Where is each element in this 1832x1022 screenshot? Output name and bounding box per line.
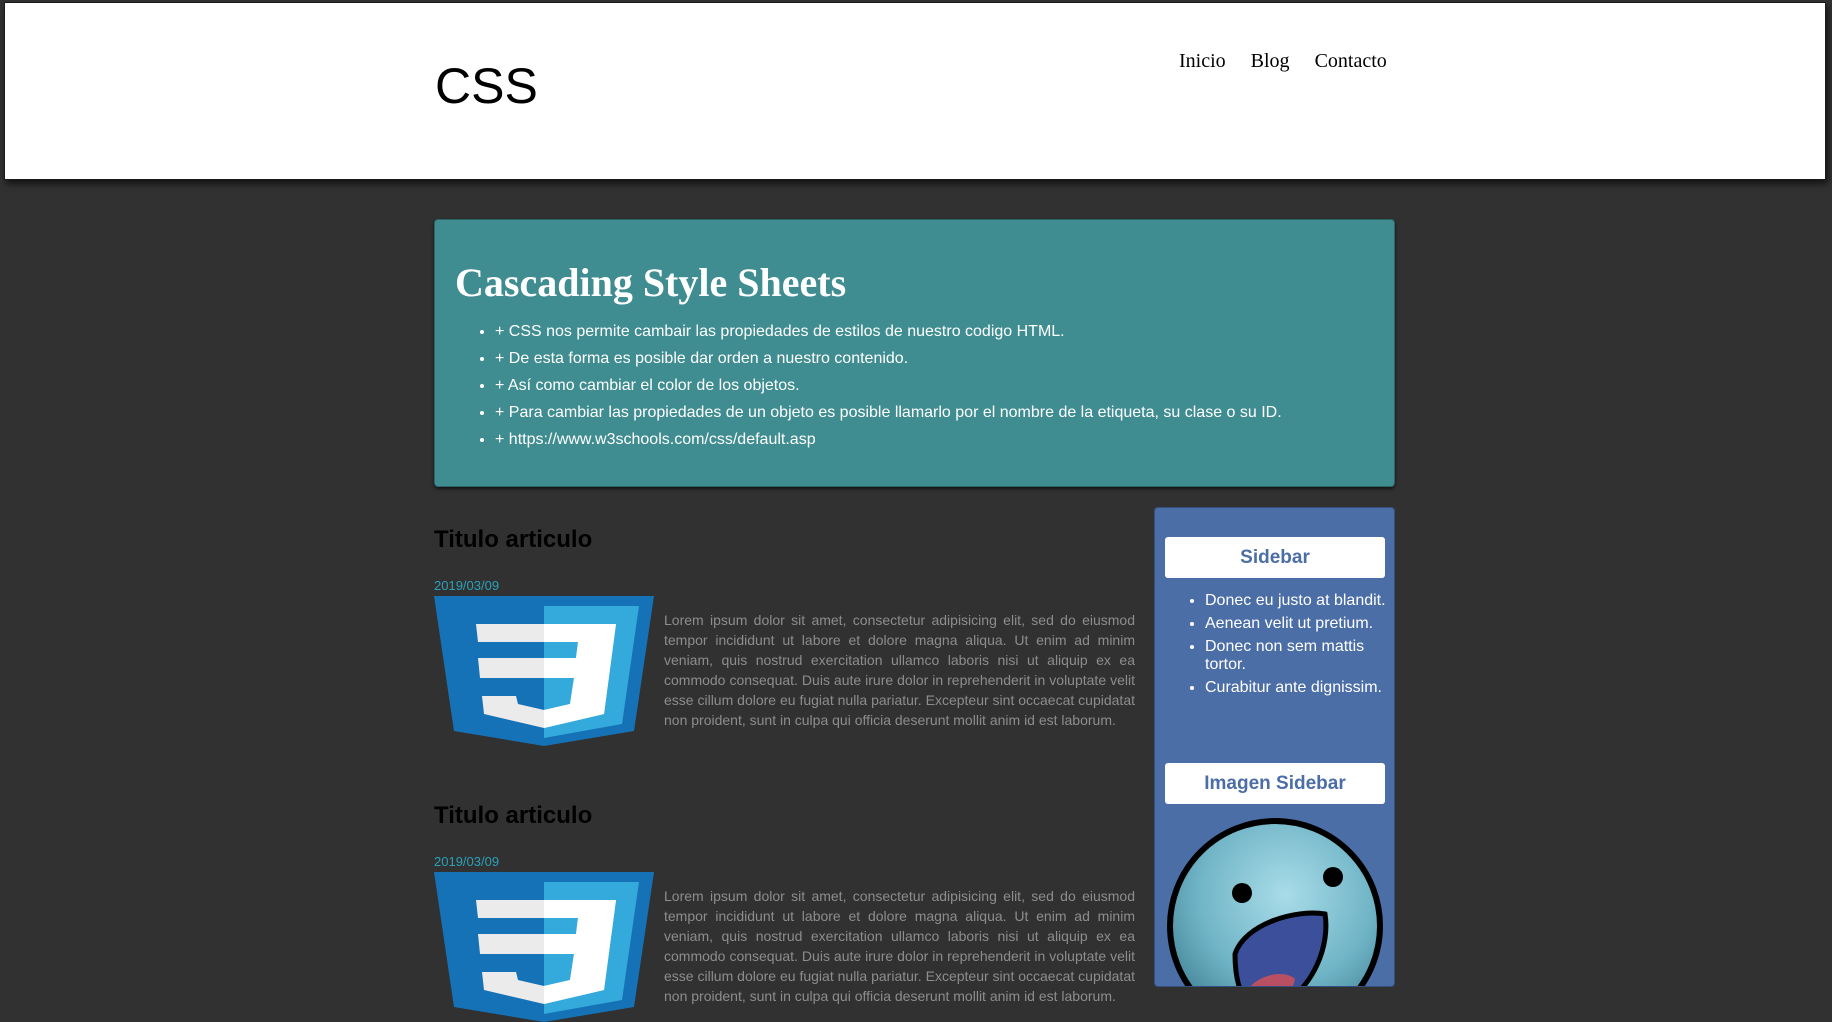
site-logo[interactable]: CSS bbox=[435, 61, 538, 111]
sidebar-list-item: Donec eu justo at blandit. bbox=[1205, 592, 1390, 610]
hero-list-item: + Para cambiar las propiedades de un obj… bbox=[495, 399, 1282, 426]
site-header: CSS Inicio Blog Contacto bbox=[4, 2, 1826, 180]
hero-list-item: + Así como cambiar el color de los objet… bbox=[495, 372, 1282, 399]
nav-link-blog[interactable]: Blog bbox=[1251, 50, 1290, 73]
article-body: Lorem ipsum dolor sit amet, consectetur … bbox=[664, 612, 1135, 728]
main-nav: Inicio Blog Contacto bbox=[1179, 50, 1412, 73]
hero-list: + CSS nos permite cambair las propiedade… bbox=[455, 318, 1282, 453]
article-title[interactable]: Titulo articulo bbox=[434, 804, 1135, 828]
hero-list-item: + De esta forma es posible dar orden a n… bbox=[495, 345, 1282, 372]
article-date: 2019/03/09 bbox=[434, 578, 500, 593]
nav-link-contacto[interactable]: Contacto bbox=[1315, 50, 1387, 73]
hero-banner: Cascading Style Sheets + CSS nos permite… bbox=[434, 219, 1395, 487]
article-body: Lorem ipsum dolor sit amet, consectetur … bbox=[664, 888, 1135, 1004]
article: Titulo articulo 2019/03/09 Lorem ipsum d… bbox=[434, 528, 1135, 746]
sidebar-title: Sidebar bbox=[1165, 537, 1385, 578]
cartoon-face-image bbox=[1167, 818, 1383, 986]
sidebar-list-item: Aenean velit ut pretium. bbox=[1205, 615, 1390, 633]
hero-title: Cascading Style Sheets bbox=[455, 260, 847, 305]
css3-logo-icon bbox=[434, 872, 654, 1022]
sidebar-list-item: Donec non sem mattis tortor. bbox=[1205, 638, 1390, 674]
hero-list-item: + CSS nos permite cambair las propiedade… bbox=[495, 318, 1282, 345]
article-title[interactable]: Titulo articulo bbox=[434, 528, 1135, 552]
sidebar: Sidebar Donec eu justo at blandit. Aenea… bbox=[1154, 507, 1395, 987]
article-date: 2019/03/09 bbox=[434, 854, 500, 869]
sidebar-list: Donec eu justo at blandit. Aenean velit … bbox=[1165, 592, 1390, 702]
article: Titulo articulo 2019/03/09 Lorem ipsum d… bbox=[434, 804, 1135, 1022]
sidebar-image-title: Imagen Sidebar bbox=[1165, 763, 1385, 804]
css3-logo-icon bbox=[434, 596, 654, 746]
nav-link-inicio[interactable]: Inicio bbox=[1179, 50, 1226, 73]
hero-list-item: + https://www.w3schools.com/css/default.… bbox=[495, 426, 1282, 453]
sidebar-list-item: Curabitur ante dignissim. bbox=[1205, 679, 1390, 697]
